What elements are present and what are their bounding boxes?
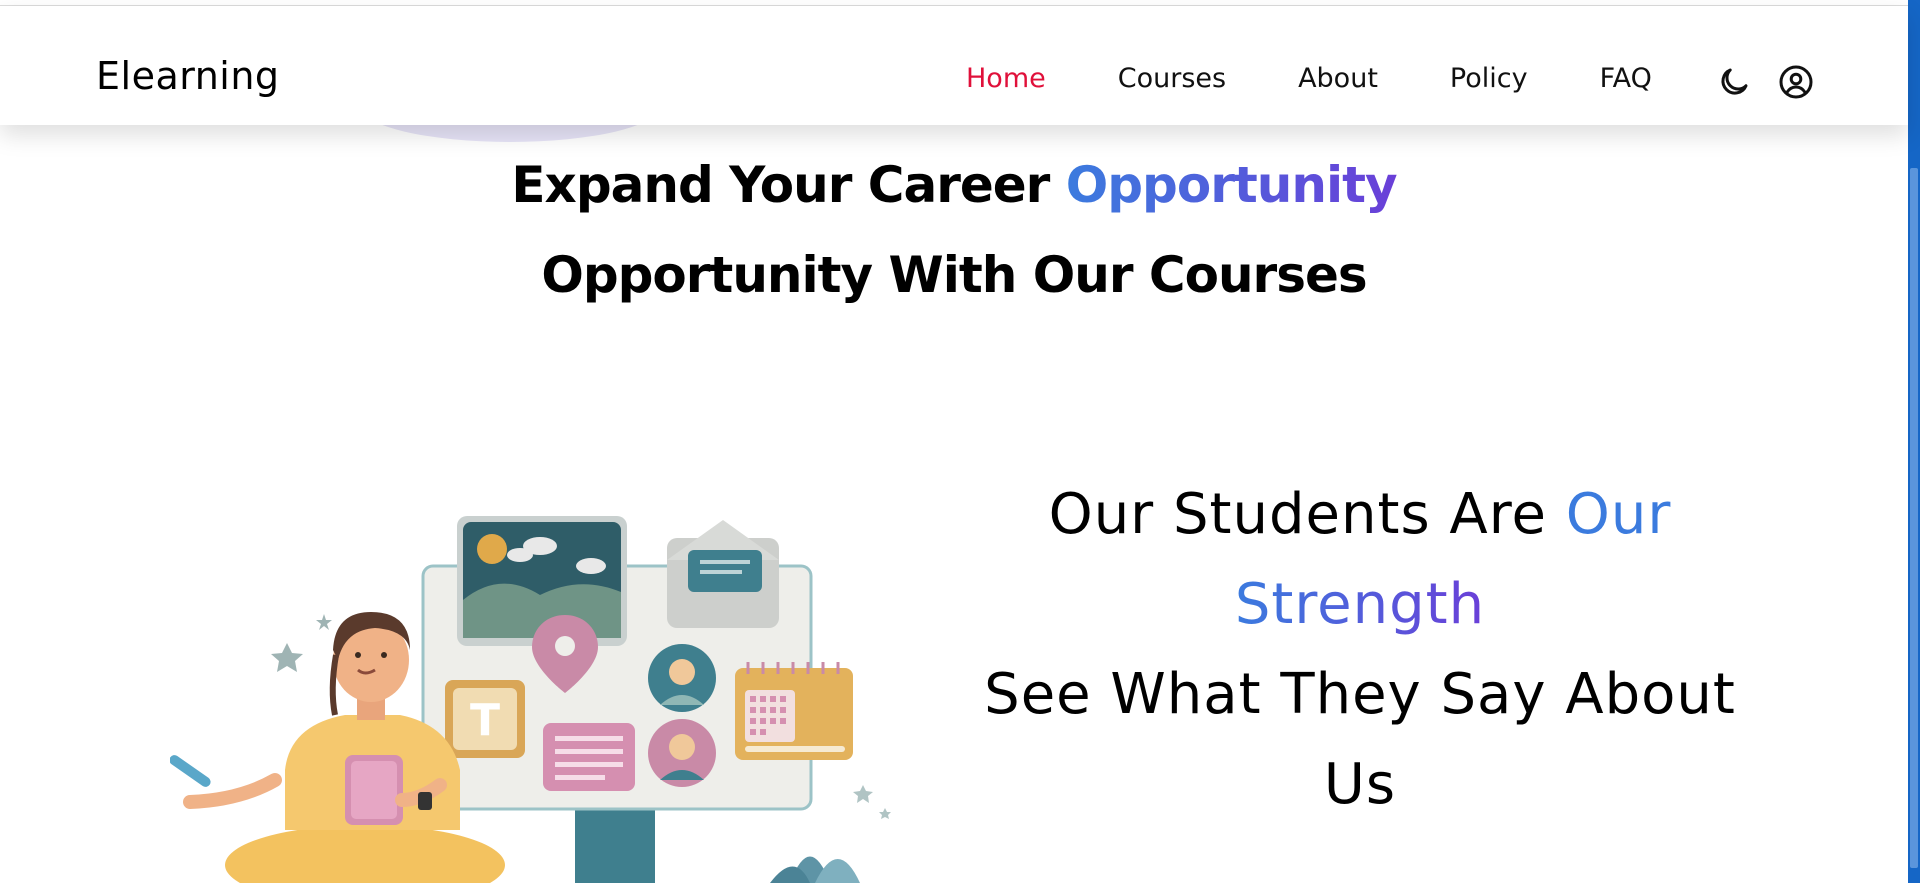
nav-links: Home Courses About Policy FAQ <box>966 63 1724 94</box>
nav-link-policy[interactable]: Policy <box>1450 63 1528 94</box>
star-icon <box>853 785 873 803</box>
star-icon <box>879 808 891 819</box>
nav-link-home[interactable]: Home <box>966 63 1046 94</box>
testimonials-subtitle-end: Us <box>1323 752 1397 817</box>
hero-section: Expand Your Career Opportunity Opportuni… <box>0 140 1908 320</box>
scrollbar-thumb[interactable] <box>1910 168 1918 868</box>
testimonials-subtitle: See What They Say About <box>984 662 1736 727</box>
testimonials-title-line-2: Strength <box>950 560 1770 650</box>
nav-link-about[interactable]: About <box>1298 63 1378 94</box>
navbar: Elearning Home Courses About Policy FAQ <box>0 6 1908 125</box>
testimonials-title-text: Our Students Are <box>1048 482 1566 547</box>
hero-title-line-2: Opportunity With Our Courses <box>541 246 1367 304</box>
testimonials-title-accent-2: Strength <box>1234 572 1486 637</box>
hero-title-text: Expand Your Career <box>511 156 1066 214</box>
testimonials-heading: Our Students Are Our Strength See What T… <box>950 470 1770 830</box>
testimonials-title-line-1: Our Students Are Our <box>950 470 1770 560</box>
nav-link-courses[interactable]: Courses <box>1118 63 1226 94</box>
hero-title-accent: Opportunity <box>1065 156 1398 214</box>
moon-icon[interactable] <box>1716 64 1752 100</box>
user-circle-icon[interactable] <box>1778 64 1814 100</box>
student-illustration: T <box>169 500 910 883</box>
svg-text:T: T <box>470 695 500 746</box>
brand-logo[interactable]: Elearning <box>96 54 280 98</box>
star-icon <box>316 614 332 630</box>
hero-title-line-1: Expand Your Career Opportunity <box>0 140 1908 230</box>
nav-link-faq[interactable]: FAQ <box>1600 63 1652 94</box>
testimonials-title-accent-1: Our <box>1565 482 1672 547</box>
